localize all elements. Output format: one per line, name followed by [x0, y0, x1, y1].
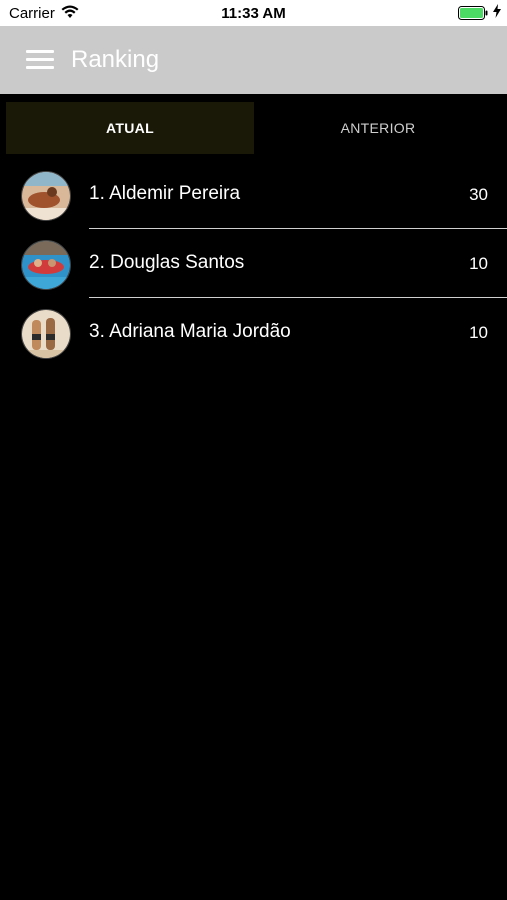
ranking-tabs: ATUAL ANTERIOR — [0, 94, 507, 160]
ranking-row[interactable]: 3. Adriana Maria Jordão 10 — [0, 298, 507, 367]
page-title: Ranking — [71, 46, 160, 73]
clock: 11:33 AM — [221, 5, 286, 22]
status-bar: Carrier 11:33 AM — [0, 0, 507, 26]
ranking-list: 1. Aldemir Pereira 30 2. Douglas Santos … — [0, 160, 507, 367]
ranking-name: 1. Aldemir Pereira — [89, 183, 241, 204]
tab-anterior[interactable]: ANTERIOR — [254, 102, 502, 154]
tab-atual[interactable]: ATUAL — [6, 102, 254, 154]
charging-icon — [493, 4, 501, 22]
ranking-row[interactable]: 1. Aldemir Pereira 30 — [0, 160, 507, 229]
avatar — [21, 171, 71, 221]
ranking-points: 10 — [469, 323, 488, 342]
ranking-name: 2. Douglas Santos — [89, 252, 245, 273]
avatar — [21, 240, 71, 290]
avatar — [21, 309, 71, 359]
ranking-row[interactable]: 2. Douglas Santos 10 — [0, 229, 507, 298]
hamburger-menu-icon[interactable] — [26, 50, 54, 70]
battery-icon — [458, 6, 488, 20]
ranking-name: 3. Adriana Maria Jordão — [89, 321, 291, 342]
navigation-bar: Ranking — [0, 26, 507, 94]
ranking-points: 10 — [469, 254, 488, 273]
ranking-points: 30 — [469, 185, 488, 204]
